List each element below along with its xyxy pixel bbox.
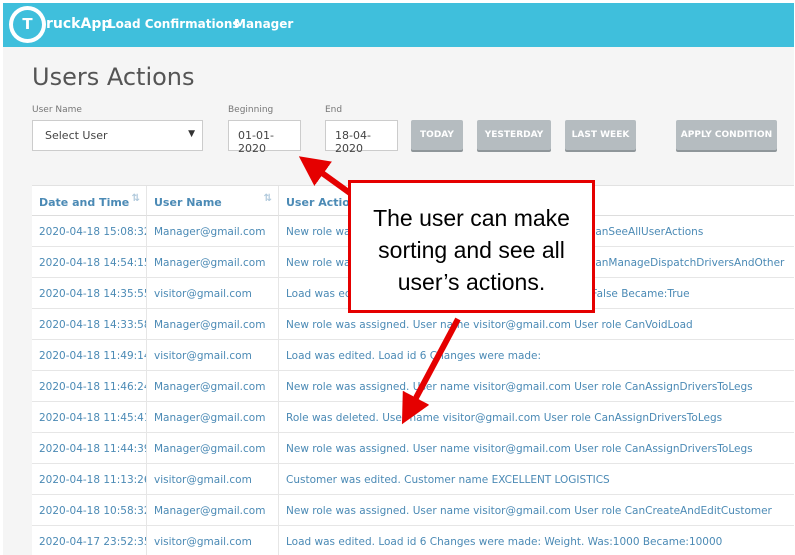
callout-line: user’s actions.	[397, 269, 546, 295]
cell-user-action-text: Load was edited. Load id 6 Changes were …	[286, 536, 723, 548]
cell-user-name: Manager@gmail.com	[147, 371, 279, 402]
cell-user-action-text: New role was assigned. User name visitor…	[286, 443, 753, 455]
cell-user-name: visitor@gmail.com	[147, 340, 279, 371]
cell-date-time: 2020-04-18 15:08:32	[32, 216, 147, 247]
cell-user-action: New role was assigned. User name visitor…	[279, 371, 794, 402]
cell-user-name: Manager@gmail.com	[147, 216, 279, 247]
nav-link-load-confirmations[interactable]: Load Confirmations	[108, 17, 240, 31]
cell-user-action-text: Role was deleted. User name visitor@gmai…	[286, 412, 723, 424]
cell-user-action-text: New role was assigned. User name visitor…	[286, 319, 693, 331]
user-select[interactable]: Select User ▼	[32, 120, 203, 151]
cell-user-action-text: Load was edi	[286, 288, 355, 300]
cell-user-action-text: Customer was edited. Customer name EXCEL…	[286, 474, 610, 486]
table-row[interactable]: 2020-04-18 11:46:24 Manager@gmail.com New …	[32, 371, 794, 402]
cell-user-action-text-tail: CanSeeAllUserActions	[588, 226, 704, 238]
sort-icon[interactable]: ⇅	[132, 193, 140, 204]
annotation-callout: The user can make sorting and see all us…	[348, 180, 595, 313]
column-header-user-name-label: User Name	[154, 196, 222, 209]
callout-line: The user can make	[373, 205, 570, 231]
cell-user-action-text: New role was assigned. User name visitor…	[286, 505, 772, 517]
user-name-label: User Name	[32, 105, 82, 115]
end-label: End	[325, 105, 343, 115]
cell-user-action-text-tail: :False Became:True	[588, 288, 690, 300]
table-row[interactable]: 2020-04-18 14:33:58 Manager@gmail.com New …	[32, 309, 794, 340]
beginning-date-input[interactable]: 01-01-2020	[228, 120, 301, 155]
cell-user-name: Manager@gmail.com	[147, 247, 279, 278]
cell-user-name: Manager@gmail.com	[147, 433, 279, 464]
cell-date-time: 2020-04-18 14:33:58	[32, 309, 147, 340]
column-header-date-time[interactable]: Date and Time ⇅	[32, 186, 147, 216]
callout-line: sorting and see all	[378, 237, 565, 263]
logo-letter: T	[13, 10, 42, 39]
cell-user-name: Manager@gmail.com	[147, 309, 279, 340]
cell-user-name: Manager@gmail.com	[147, 495, 279, 526]
cell-date-time: 2020-04-17 23:52:35	[32, 526, 147, 555]
sort-icon[interactable]: ⇅	[264, 193, 272, 204]
column-header-user-action-label: User Actio	[286, 196, 350, 209]
column-header-date-time-label: Date and Time	[39, 196, 130, 209]
cell-date-time: 2020-04-18 14:35:55	[32, 278, 147, 309]
beginning-label: Beginning	[228, 105, 274, 115]
cell-date-time: 2020-04-18 11:49:14	[32, 340, 147, 371]
cell-user-action-text-tail: CanManageDispatchDriversAndOther	[588, 257, 785, 269]
cell-user-name: visitor@gmail.com	[147, 278, 279, 309]
cell-user-action-text: New role wa	[286, 226, 351, 238]
cell-date-time: 2020-04-18 11:13:26	[32, 464, 147, 495]
cell-user-name: visitor@gmail.com	[147, 526, 279, 555]
cell-user-action: New role was assigned. User name visitor…	[279, 495, 794, 526]
page-title: Users Actions	[32, 63, 195, 91]
end-date-input[interactable]: 18-04-2020	[325, 120, 398, 155]
brand-name[interactable]: ruckApp	[46, 16, 111, 32]
table-row[interactable]: 2020-04-18 10:58:32 Manager@gmail.com New …	[32, 495, 794, 526]
table-row[interactable]: 2020-04-18 11:49:14 visitor@gmail.com Load…	[32, 340, 794, 371]
cell-date-time: 2020-04-18 11:46:24	[32, 371, 147, 402]
cell-user-action-text: New role wa	[286, 257, 351, 269]
cell-user-action-text: Load was edited. Load id 6 Changes were …	[286, 350, 542, 362]
column-header-user-name[interactable]: User Name ⇅	[147, 186, 279, 216]
cell-user-name: visitor@gmail.com	[147, 464, 279, 495]
table-row[interactable]: 2020-04-18 11:44:39 Manager@gmail.com New …	[32, 433, 794, 464]
cell-user-action: Load was edited. Load id 6 Changes were …	[279, 526, 794, 555]
cell-date-time: 2020-04-18 14:54:15	[32, 247, 147, 278]
top-navbar: T ruckApp Load Confirmations Manager	[3, 3, 794, 47]
last-week-button[interactable]: LAST WEEK	[565, 120, 636, 150]
yesterday-button[interactable]: YESTERDAY	[477, 120, 551, 150]
cell-user-action: Customer was edited. Customer name EXCEL…	[279, 464, 794, 495]
cell-date-time: 2020-04-18 11:45:41	[32, 402, 147, 433]
user-select-value: Select User	[45, 129, 108, 142]
table-row[interactable]: 2020-04-17 23:52:35 visitor@gmail.com Load…	[32, 526, 794, 555]
cell-date-time: 2020-04-18 10:58:32	[32, 495, 147, 526]
table-row[interactable]: 2020-04-18 11:13:26 visitor@gmail.com Cust…	[32, 464, 794, 495]
today-button[interactable]: TODAY	[411, 120, 463, 150]
cell-user-action: Role was deleted. User name visitor@gmai…	[279, 402, 794, 433]
cell-user-action: Load was edited. Load id 6 Changes were …	[279, 340, 794, 371]
cell-date-time: 2020-04-18 11:44:39	[32, 433, 147, 464]
cell-user-action: New role was assigned. User name visitor…	[279, 309, 794, 340]
table-row[interactable]: 2020-04-18 11:45:41 Manager@gmail.com Role…	[32, 402, 794, 433]
chevron-down-icon: ▼	[188, 129, 195, 139]
logo[interactable]: T	[9, 6, 46, 43]
cell-user-action-text: New role was assigned. User name visitor…	[286, 381, 753, 393]
cell-user-action: New role was assigned. User name visitor…	[279, 433, 794, 464]
cell-user-name: Manager@gmail.com	[147, 402, 279, 433]
apply-condition-button[interactable]: APPLY CONDITION	[676, 120, 777, 150]
nav-link-manager[interactable]: Manager	[234, 17, 293, 31]
